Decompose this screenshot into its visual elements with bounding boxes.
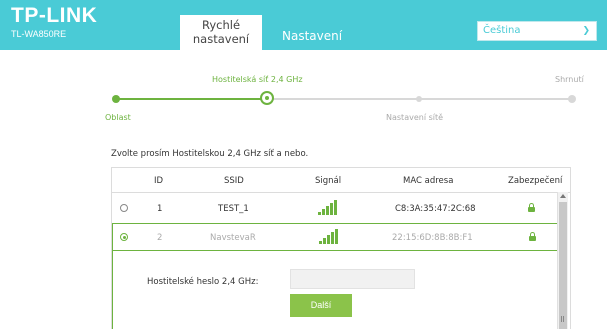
brand-logo: TP-LINK bbox=[11, 4, 98, 27]
instruction-text: Zvolte prosím Hostitelskou 2,4 GHz síť a… bbox=[111, 149, 309, 159]
step-summary-dot bbox=[568, 95, 576, 103]
row-mac: 22:15:6D:8B:8B:F1 bbox=[392, 233, 473, 243]
table-header: ID SSID Signál MAC adresa Zabezpečení bbox=[112, 168, 570, 193]
tab-settings[interactable]: Nastavení bbox=[282, 29, 342, 43]
language-value: Čeština bbox=[483, 25, 521, 36]
header-mac: MAC adresa bbox=[403, 176, 454, 186]
header-security: Zabezpečení bbox=[508, 176, 563, 186]
network-radio-selected[interactable] bbox=[120, 233, 128, 241]
network-radio[interactable] bbox=[120, 204, 128, 212]
language-select[interactable]: Čeština ❯ bbox=[477, 21, 597, 41]
step-host-network-label: Hostitelská síť 2,4 GHz bbox=[212, 75, 303, 84]
row-mac: C8:3A:35:47:2C:68 bbox=[395, 204, 476, 214]
table-row[interactable]: 2 NavstevaR 22:15:6D:8B:8B:F1 bbox=[112, 223, 558, 251]
header-id: ID bbox=[154, 176, 164, 186]
scroll-grip-icon bbox=[561, 316, 565, 322]
step-network-settings-dot bbox=[416, 96, 422, 102]
tab-quick-setup[interactable]: Rychlé nastavení bbox=[180, 15, 262, 50]
scroll-up-arrow-icon[interactable] bbox=[560, 194, 566, 198]
table-row[interactable]: 1 TEST_1 C8:3A:35:47:2C:68 bbox=[112, 194, 558, 224]
step-host-network-dot bbox=[260, 91, 274, 105]
brand: TP-LINK TL-WA850RE bbox=[11, 4, 97, 40]
header-ssid: SSID bbox=[224, 176, 244, 186]
signal-icon bbox=[319, 229, 341, 244]
password-label: Hostitelské heslo 2,4 GHz: bbox=[147, 277, 259, 287]
table-scrollbar[interactable] bbox=[557, 192, 568, 329]
tab-quick-setup-line2: nastavení bbox=[192, 32, 250, 46]
chevron-down-icon: ❯ bbox=[582, 26, 590, 36]
row-ssid: TEST_1 bbox=[218, 204, 249, 214]
scroll-thumb[interactable] bbox=[559, 202, 567, 329]
top-header: TP-LINK TL-WA850RE Rychlé nastavení Nast… bbox=[0, 0, 607, 50]
step-network-settings-label: Nastavení sítě bbox=[386, 113, 444, 122]
tab-quick-setup-line1: Rychlé bbox=[201, 18, 241, 32]
password-panel: Hostitelské heslo 2,4 GHz: Další bbox=[112, 251, 558, 329]
lock-icon bbox=[529, 232, 536, 241]
network-table: ID SSID Signál MAC adresa Zabezpečení 1 … bbox=[111, 167, 571, 329]
row-ssid: NavstevaR bbox=[210, 233, 256, 243]
device-model: TL-WA850RE bbox=[11, 29, 67, 39]
row-id: 2 bbox=[157, 233, 163, 243]
step-region-dot bbox=[112, 95, 120, 103]
lock-icon bbox=[528, 203, 535, 212]
signal-icon bbox=[318, 200, 340, 215]
header-signal: Signál bbox=[315, 176, 342, 186]
stepper-progress-line bbox=[116, 98, 266, 100]
password-input[interactable] bbox=[290, 269, 415, 289]
next-button[interactable]: Další bbox=[290, 294, 352, 317]
step-region-label: Oblast bbox=[105, 113, 131, 122]
row-id: 1 bbox=[157, 204, 163, 214]
step-summary-label: Shrnutí bbox=[555, 75, 584, 84]
